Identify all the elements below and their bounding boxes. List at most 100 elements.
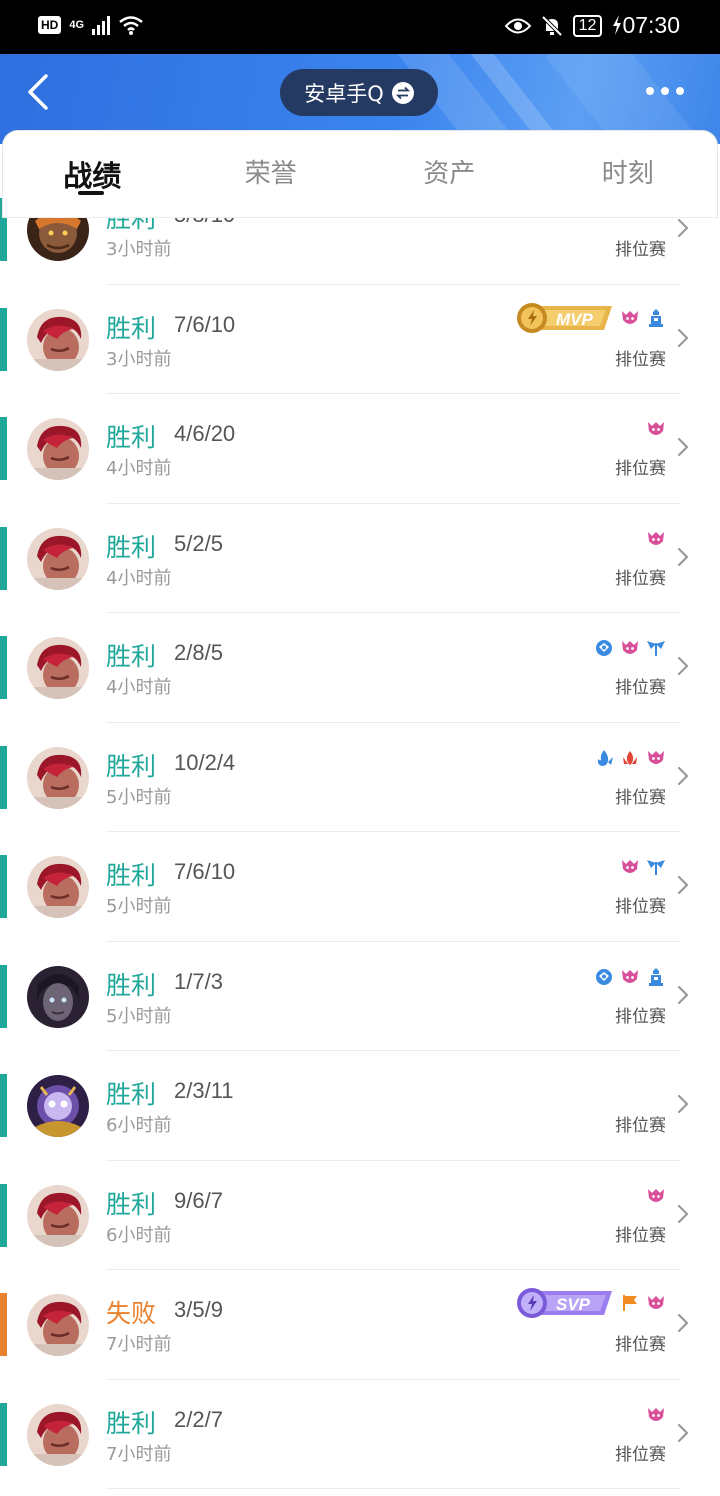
result-indicator-bar (0, 964, 7, 1028)
mvp-badge: MVP (516, 302, 614, 334)
match-row[interactable]: 胜利 1/7/3 5小时前 排位赛 (0, 942, 720, 1051)
result-indicator-bar (0, 745, 7, 809)
chevron-right-icon (676, 655, 690, 677)
chevron-right-icon (676, 1422, 690, 1444)
match-time: 7小时前 (106, 1334, 172, 1355)
status-right: 12 07:30 (504, 12, 680, 39)
match-row[interactable]: 胜利 2/8/5 4小时前 排位赛 (0, 613, 720, 723)
match-row[interactable]: 胜利 4/6/20 4小时前 排位赛 (0, 394, 720, 504)
blue-tower-icon (646, 967, 666, 987)
match-time: 6小时前 (106, 1115, 172, 1136)
red-flame-icon (620, 748, 640, 768)
tab-moments[interactable]: 时刻 (539, 131, 718, 217)
match-time: 5小时前 (106, 1005, 172, 1027)
match-kda: 2/8/5 (174, 640, 223, 665)
result-indicator-bar (0, 1183, 7, 1247)
pink-demon-icon (646, 1405, 666, 1425)
match-kda: 5/2/5 (174, 530, 223, 556)
match-mode: 排位赛 (615, 240, 666, 260)
match-badges (646, 529, 666, 549)
chevron-right-icon (676, 765, 690, 787)
match-row[interactable]: 胜利 7/6/10 5小时前 排位赛 (0, 832, 720, 942)
more-options-button[interactable] (646, 87, 684, 95)
match-time: 3小时前 (106, 239, 172, 260)
red-hero-avatar (27, 1403, 89, 1466)
match-time: 4小时前 (106, 567, 172, 589)
back-button[interactable] (22, 72, 58, 112)
match-mode: 排位赛 (615, 1444, 666, 1465)
red-hero-avatar (27, 637, 89, 699)
match-mode: 排位赛 (615, 459, 666, 479)
match-kda: 7/6/10 (174, 859, 236, 884)
match-row[interactable]: 胜利 2/2/7 7小时前 排位赛 (0, 1380, 720, 1489)
red-hero-avatar (27, 1184, 89, 1247)
match-kda: 3/5/9 (174, 1297, 223, 1322)
match-time: 5小时前 (106, 896, 172, 917)
chevron-right-icon (676, 1312, 690, 1334)
match-mode: 排位赛 (615, 1006, 666, 1027)
tab-bar: 战绩 荣誉 资产 时刻 (2, 130, 718, 218)
result-indicator-bar (0, 1074, 7, 1137)
clock: 07:30 (612, 12, 680, 39)
match-result: 胜利 (106, 970, 157, 1000)
network-type: 4G (69, 18, 85, 31)
tab-honors[interactable]: 荣誉 (182, 131, 361, 217)
match-mode: 排位赛 (615, 1335, 666, 1355)
match-mode: 排位赛 (615, 1225, 666, 1246)
wifi-icon (119, 16, 143, 35)
match-badges (594, 967, 666, 987)
pink-demon-icon (620, 638, 640, 658)
battery-indicator: 12 (572, 14, 603, 37)
result-indicator-bar (0, 1402, 7, 1466)
blue-tower-icon (646, 308, 666, 328)
dark-hero-avatar (27, 965, 89, 1028)
match-time: 4小时前 (106, 677, 172, 698)
match-row[interactable]: 胜利 10/2/4 5小时前 排位赛 (0, 723, 720, 832)
match-row[interactable]: 胜利 2/3/11 6小时前 排位赛 (0, 1051, 720, 1161)
signal-icon (92, 15, 111, 35)
match-kda: 2/2/7 (174, 1406, 223, 1432)
match-badges: MVP (516, 302, 666, 334)
red-hero-avatar (27, 1294, 89, 1356)
blue-shield-icon (594, 638, 614, 658)
match-row[interactable]: 胜利 7/6/10 3小时前 MVP 排位赛 (0, 285, 720, 394)
blue-wing-icon (646, 857, 666, 877)
match-row[interactable]: 失败 3/5/9 7小时前 SVP 排位赛 (0, 1270, 720, 1380)
pink-demon-icon (646, 529, 666, 549)
eye-icon (504, 18, 531, 33)
match-time: 4小时前 (106, 458, 172, 479)
tab-records[interactable]: 战绩 (3, 131, 182, 217)
match-result: 胜利 (106, 861, 157, 890)
match-time: 6小时前 (106, 1224, 172, 1246)
orange-flag-icon (620, 1293, 640, 1313)
match-mode: 排位赛 (615, 787, 666, 808)
match-result: 胜利 (106, 642, 157, 671)
red-hero-avatar (27, 856, 89, 918)
match-row[interactable]: 胜利 9/6/7 6小时前 排位赛 (0, 1161, 720, 1270)
match-time: 5小时前 (106, 786, 172, 808)
result-indicator-bar (0, 526, 7, 590)
match-kda: 2/3/11 (174, 1078, 234, 1103)
account-switcher[interactable]: 安卓手Q (280, 69, 438, 116)
match-result: 胜利 (106, 1080, 157, 1109)
status-left: HD 4G (38, 14, 144, 36)
pink-demon-icon (646, 1186, 666, 1206)
match-row[interactable]: 胜利 5/2/5 4小时前 排位赛 (0, 504, 720, 613)
chevron-right-icon (676, 1203, 690, 1225)
chevron-right-icon (676, 874, 690, 896)
match-badges (594, 748, 666, 768)
match-kda: 10/2/4 (174, 749, 236, 775)
red-hero-avatar (27, 527, 89, 590)
match-badges: SVP (516, 1287, 666, 1319)
match-result: 胜利 (106, 1408, 157, 1438)
pink-demon-icon (620, 967, 640, 987)
pink-demon-icon (646, 748, 666, 768)
pink-demon-icon (646, 1293, 666, 1313)
pink-demon-icon (646, 419, 666, 439)
match-result: 失败 (106, 1299, 157, 1328)
tab-assets[interactable]: 资产 (360, 131, 539, 217)
match-time: 7小时前 (106, 1443, 172, 1465)
match-mode: 排位赛 (615, 349, 666, 370)
red-hero-avatar (27, 308, 89, 371)
purple-hero-avatar (27, 1075, 89, 1137)
